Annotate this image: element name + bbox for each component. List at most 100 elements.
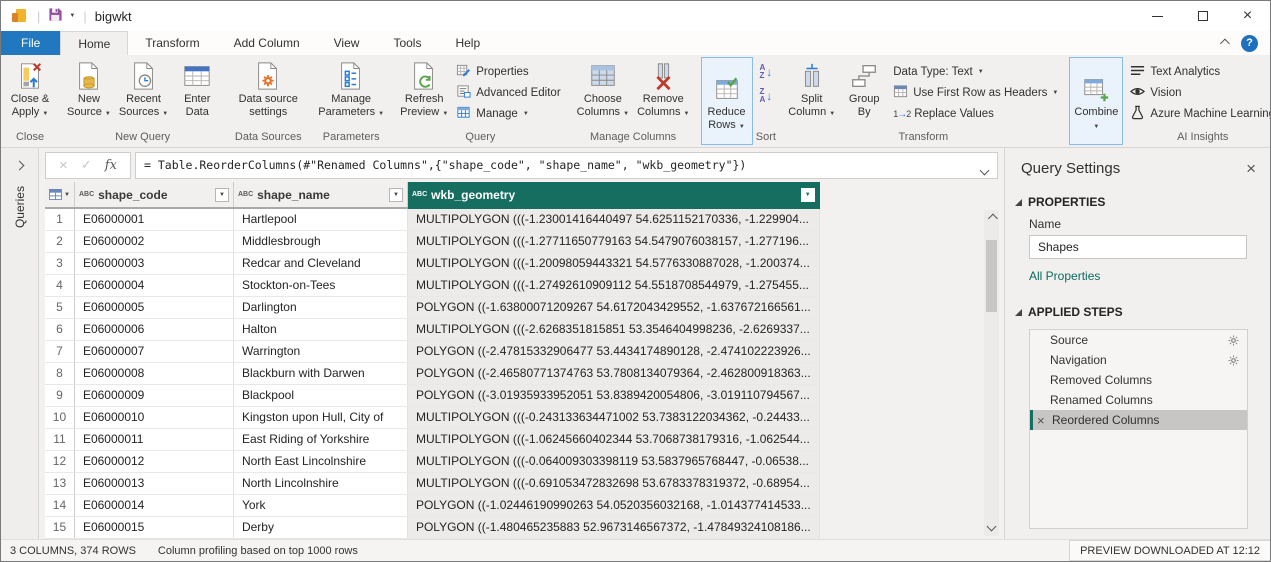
commit-formula-button[interactable]: ✓	[81, 157, 92, 173]
manage-parameters-button[interactable]: Manage Parameters ▼	[314, 57, 388, 119]
filter-button[interactable]: ▼	[215, 188, 229, 202]
delete-step-icon[interactable]: ×	[1037, 413, 1052, 428]
column-header-shape-code[interactable]: ABC shape_code ▼	[74, 182, 233, 208]
data-cell[interactable]: North East Lincolnshire	[233, 451, 407, 473]
vertical-scrollbar[interactable]	[984, 210, 999, 536]
column-header-wkb-geometry[interactable]: ABC wkb_geometry ▼	[407, 182, 819, 208]
data-cell[interactable]: POLYGON ((-1.15462313754779 52.698873561…	[407, 539, 819, 540]
row-number-cell[interactable]: 13	[45, 473, 74, 495]
row-number-cell[interactable]: 3	[45, 253, 74, 275]
reduce-rows-button[interactable]: Reduce Rows ▼	[702, 70, 752, 132]
minimize-button[interactable]	[1135, 1, 1180, 31]
data-cell[interactable]: MULTIPOLYGON (((-1.23001416440497 54.625…	[407, 208, 819, 231]
data-cell[interactable]: York	[233, 495, 407, 517]
data-cell[interactable]: Middlesbrough	[233, 231, 407, 253]
row-number-cell[interactable]: 14	[45, 495, 74, 517]
data-cell[interactable]: MULTIPOLYGON (((-1.20098059443321 54.577…	[407, 253, 819, 275]
applied-step-removed-columns[interactable]: Removed Columns	[1030, 370, 1247, 390]
row-number-cell[interactable]: 10	[45, 407, 74, 429]
data-cell[interactable]: Halton	[233, 319, 407, 341]
cancel-formula-button[interactable]: ×	[59, 157, 68, 174]
data-cell[interactable]: E06000012	[74, 451, 233, 473]
data-cell[interactable]: East Riding of Yorkshire	[233, 429, 407, 451]
menu-tab-transform[interactable]: Transform	[128, 31, 216, 55]
combine-button[interactable]: Combine ▼	[1070, 70, 1122, 132]
menu-tab-add-column[interactable]: Add Column	[217, 31, 317, 55]
data-cell[interactable]: Derby	[233, 517, 407, 539]
data-cell[interactable]: POLYGON ((-2.47815332906477 53.443417489…	[407, 341, 819, 363]
help-button[interactable]: ?	[1241, 35, 1258, 52]
menu-tab-view[interactable]: View	[317, 31, 377, 55]
data-cell[interactable]: MULTIPOLYGON (((-0.243133634471002 53.73…	[407, 407, 819, 429]
scroll-up-button[interactable]	[984, 210, 999, 226]
menu-tab-file[interactable]: File	[1, 31, 60, 55]
data-cell[interactable]: Kingston upon Hull, City of	[233, 407, 407, 429]
status-profiling-info[interactable]: Column profiling based on top 1000 rows	[136, 545, 358, 557]
data-cell[interactable]: MULTIPOLYGON (((-0.064009303398119 53.58…	[407, 451, 819, 473]
vision-button[interactable]: Vision	[1130, 84, 1271, 102]
row-number-cell[interactable]: 16	[45, 539, 74, 540]
data-cell[interactable]: E06000013	[74, 473, 233, 495]
data-cell[interactable]: Blackpool	[233, 385, 407, 407]
row-number-cell[interactable]: 4	[45, 275, 74, 297]
expand-queries-button[interactable]	[16, 158, 23, 172]
save-options-caret-icon[interactable]: ▼	[69, 13, 75, 19]
data-cell[interactable]: POLYGON ((-1.480465235883 52.96731465673…	[407, 517, 819, 539]
fx-add-step-button[interactable]: fx	[105, 158, 117, 173]
menu-tab-help[interactable]: Help	[438, 31, 497, 55]
data-cell[interactable]: Redcar and Cleveland	[233, 253, 407, 275]
data-cell[interactable]: E06000008	[74, 363, 233, 385]
data-cell[interactable]: E06000010	[74, 407, 233, 429]
column-header-shape-name[interactable]: ABC shape_name ▼	[233, 182, 407, 208]
scroll-down-button[interactable]	[984, 520, 999, 536]
data-cell[interactable]: Darlington	[233, 297, 407, 319]
data-cell[interactable]: POLYGON ((-1.63800071209267 54.617204342…	[407, 297, 819, 319]
row-number-cell[interactable]: 6	[45, 319, 74, 341]
applied-steps-section-header[interactable]: APPLIED STEPS	[1005, 297, 1270, 325]
applied-step-navigation[interactable]: Navigation	[1030, 350, 1247, 370]
filter-button[interactable]: ▼	[801, 188, 815, 202]
refresh-preview-button[interactable]: Refresh Preview ▼	[396, 57, 452, 119]
data-cell[interactable]: Leicester	[233, 539, 407, 540]
manage-button[interactable]: Manage ▼	[456, 105, 560, 123]
data-cell[interactable]: MULTIPOLYGON (((-1.06245660402344 53.706…	[407, 429, 819, 451]
data-cell[interactable]: Hartlepool	[233, 208, 407, 231]
row-number-cell[interactable]: 8	[45, 363, 74, 385]
row-number-cell[interactable]: 9	[45, 385, 74, 407]
row-number-cell[interactable]: 7	[45, 341, 74, 363]
menu-tab-home[interactable]: Home	[60, 31, 128, 55]
row-number-cell[interactable]: 1	[45, 208, 74, 231]
split-column-button[interactable]: Split Column ▼	[784, 57, 839, 119]
data-cell[interactable]: E06000006	[74, 319, 233, 341]
data-cell[interactable]: E06000015	[74, 517, 233, 539]
data-cell[interactable]: E06000014	[74, 495, 233, 517]
expand-formula-button[interactable]	[981, 163, 988, 177]
azure-machine-learning-button[interactable]: Azure Machine Learning	[1130, 105, 1271, 123]
query-name-input[interactable]	[1029, 235, 1247, 259]
data-cell[interactable]: POLYGON ((-2.46580771374763 53.780813407…	[407, 363, 819, 385]
row-number-cell[interactable]: 5	[45, 297, 74, 319]
properties-section-header[interactable]: PROPERTIES	[1005, 187, 1270, 215]
gear-icon[interactable]	[1228, 335, 1239, 346]
data-cell[interactable]: E06000016	[74, 539, 233, 540]
row-number-cell[interactable]: 15	[45, 517, 74, 539]
collapse-ribbon-button[interactable]	[1220, 36, 1227, 50]
choose-columns-button[interactable]: Choose Columns ▼	[573, 57, 633, 119]
data-source-settings-button[interactable]: Data source settings	[230, 57, 306, 119]
data-cell[interactable]: POLYGON ((-1.02446190990263 54.052035603…	[407, 495, 819, 517]
group-by-button[interactable]: Group By	[839, 57, 889, 119]
gear-icon[interactable]	[1228, 355, 1239, 366]
close-and-apply-button[interactable]: Close & Apply ▼	[5, 57, 55, 119]
all-properties-link[interactable]: All Properties	[1005, 259, 1270, 297]
remove-columns-button[interactable]: Remove Columns ▼	[633, 57, 693, 119]
applied-step-reordered-columns[interactable]: ×Reordered Columns	[1030, 410, 1247, 430]
row-number-cell[interactable]: 2	[45, 231, 74, 253]
data-cell[interactable]: Blackburn with Darwen	[233, 363, 407, 385]
data-cell[interactable]: E06000007	[74, 341, 233, 363]
data-cell[interactable]: E06000002	[74, 231, 233, 253]
data-cell[interactable]: MULTIPOLYGON (((-2.6268351815851 53.3546…	[407, 319, 819, 341]
data-cell[interactable]: E06000003	[74, 253, 233, 275]
data-cell[interactable]: North Lincolnshire	[233, 473, 407, 495]
data-cell[interactable]: MULTIPOLYGON (((-1.27711650779163 54.547…	[407, 231, 819, 253]
data-cell[interactable]: E06000005	[74, 297, 233, 319]
